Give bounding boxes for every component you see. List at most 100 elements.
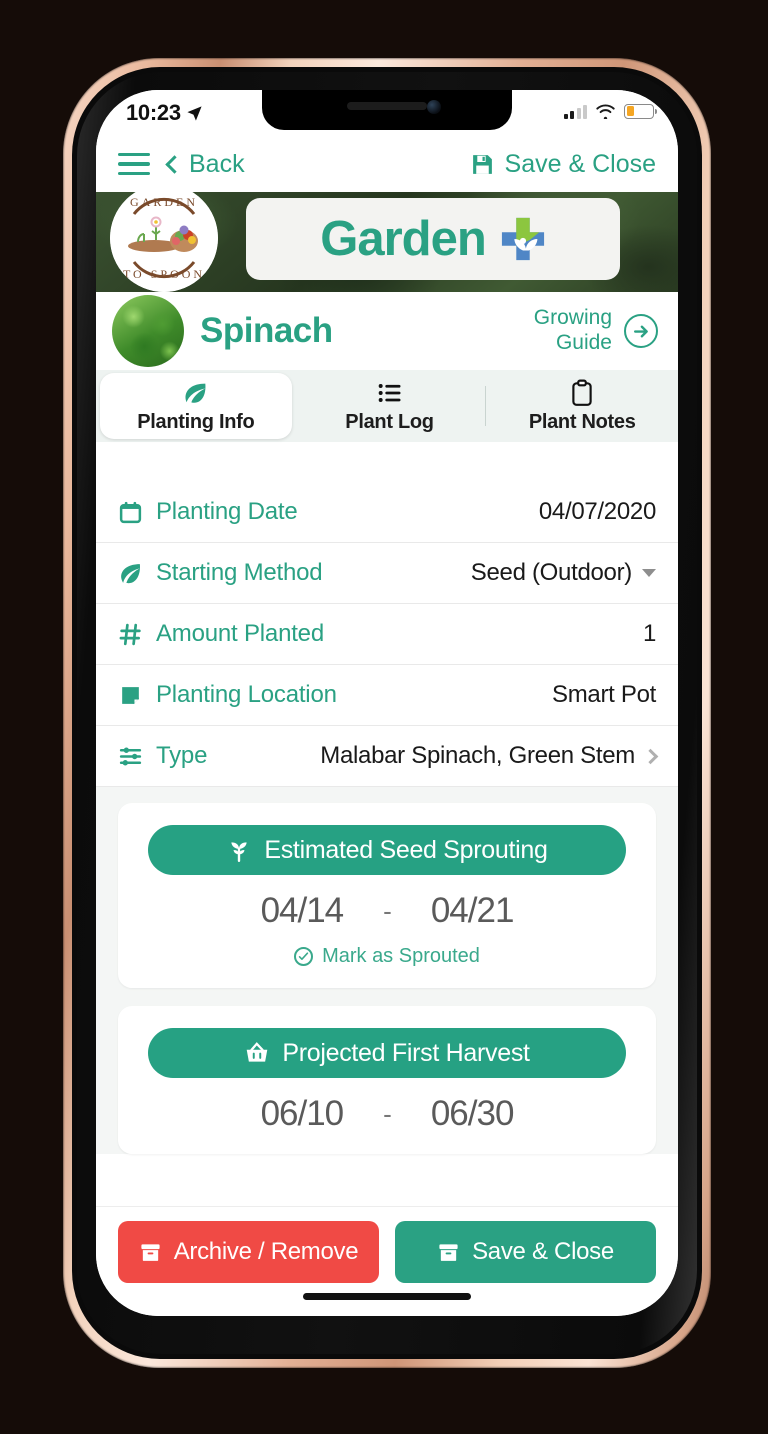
chevron-left-icon	[165, 154, 184, 174]
calendar-icon	[118, 500, 152, 525]
card-date-separator: -	[383, 895, 392, 926]
check-circle-icon	[294, 947, 314, 966]
card-date-end: 04/21	[430, 891, 515, 930]
tab-plant-notes[interactable]: Plant Notes	[486, 370, 678, 442]
status-bar-indicators	[563, 103, 657, 119]
field-value-text: 04/07/2020	[538, 498, 656, 525]
garden-to-spoon-logo: GARDEN TO SPOON	[110, 192, 218, 292]
leaf-icon	[182, 379, 210, 407]
card-projected-first-harvest: Projected First Harvest 06/10 - 06/30	[118, 1006, 656, 1154]
phone-screen: 10:23 Back Save & Close Garden GARDEN TO…	[96, 90, 678, 1316]
save-and-close-top-button[interactable]: Save & Close	[470, 150, 656, 179]
notch	[262, 90, 512, 130]
card-title: Estimated Seed Sprouting	[264, 835, 548, 864]
growing-guide-line1: Growing	[533, 306, 612, 330]
location-arrow-icon	[187, 105, 202, 121]
clipboard-icon	[569, 379, 595, 407]
status-bar-time: 10:23	[126, 100, 203, 126]
field-label: Amount Planted	[156, 620, 324, 647]
note-icon	[118, 683, 152, 708]
screenshot-root: 10:23 Back Save & Close Garden GARDEN TO…	[0, 0, 768, 1434]
app-hero-banner: Garden GARDEN TO SPOON	[96, 192, 678, 292]
chevron-down-icon	[642, 569, 656, 577]
card-date-start: 06/10	[260, 1094, 345, 1133]
field-row-starting-method[interactable]: Starting Method Seed (Outdoor)	[96, 543, 678, 604]
card-title-pill[interactable]: Projected First Harvest	[148, 1028, 626, 1078]
growing-guide-button[interactable]: Growing Guide	[534, 306, 658, 356]
card-title: Projected First Harvest	[282, 1038, 530, 1067]
field-value-text: Seed (Outdoor)	[470, 559, 633, 586]
field-row-planting-date[interactable]: Planting Date 04/07/2020	[96, 482, 678, 543]
chevron-right-icon	[642, 748, 659, 764]
mark-as-sprouted-label: Mark as Sprouted	[322, 945, 480, 967]
save-and-close-label: Save & Close	[472, 1238, 614, 1265]
card-date-range: 04/14 - 04/21	[140, 891, 634, 931]
spinach-photo-thumbnail[interactable]	[112, 295, 184, 367]
field-value[interactable]: Smart Pot	[552, 681, 656, 709]
earpiece-speaker	[347, 102, 427, 110]
tab-bar: Planting Info Plant Log Plant Notes	[96, 370, 678, 442]
front-camera-icon	[427, 100, 441, 114]
archive-remove-button[interactable]: Archive / Remove	[118, 1221, 379, 1283]
field-label: Planting Location	[156, 681, 337, 708]
tab-label: Plant Log	[345, 410, 434, 433]
home-indicator[interactable]	[303, 1293, 471, 1300]
logo-text-bottom: TO SPOON	[123, 267, 205, 281]
field-row-planting-location[interactable]: Planting Location Smart Pot	[96, 665, 678, 726]
field-value[interactable]: Malabar Spinach, Green Stem	[320, 742, 659, 770]
archive-box-icon	[141, 1243, 160, 1261]
save-and-close-button[interactable]: Save & Close	[395, 1221, 656, 1283]
battery-low-icon	[624, 103, 657, 119]
field-value-text: Smart Pot	[552, 681, 656, 708]
logo-text-top: GARDEN	[130, 195, 198, 209]
tab-label: Plant Notes	[528, 410, 636, 433]
hamburger-menu-icon[interactable]	[118, 152, 150, 176]
tab-planting-info[interactable]: Planting Info	[100, 373, 292, 439]
tab-plant-log[interactable]: Plant Log	[294, 370, 486, 442]
hash-icon	[118, 622, 152, 647]
mark-as-sprouted-button[interactable]: Mark as Sprouted	[140, 945, 634, 968]
archive-box-icon	[439, 1243, 458, 1261]
arrow-right-circle-icon	[624, 314, 658, 348]
plant-header: Spinach Growing Guide	[96, 292, 678, 370]
card-date-range: 06/10 - 06/30	[140, 1094, 634, 1134]
field-value[interactable]: Seed (Outdoor)	[471, 559, 656, 587]
field-value[interactable]: 04/07/2020	[539, 498, 656, 526]
back-button-label: Back	[189, 149, 245, 178]
sliders-icon	[118, 744, 152, 769]
wifi-icon	[596, 104, 615, 119]
clock-label: 10:23	[126, 100, 181, 125]
tab-label: Planting Info	[137, 410, 255, 433]
plant-plus-badge-icon	[500, 216, 546, 262]
planting-info-fields: Planting Date 04/07/2020 Starting Method…	[96, 482, 678, 787]
app-title-pill: Garden	[246, 198, 620, 280]
card-date-separator: -	[383, 1098, 392, 1129]
content-scroll-area[interactable]: Planting Date 04/07/2020 Starting Method…	[96, 482, 678, 1206]
list-icon	[376, 379, 404, 407]
field-label: Starting Method	[156, 559, 323, 586]
card-date-end: 06/30	[430, 1094, 515, 1133]
field-label: Planting Date	[156, 498, 298, 525]
card-title-pill[interactable]: Estimated Seed Sprouting	[148, 825, 626, 875]
save-disk-icon	[472, 154, 492, 174]
back-button[interactable]: Back	[165, 149, 245, 179]
field-row-type[interactable]: Type Malabar Spinach, Green Stem	[96, 726, 678, 787]
field-value[interactable]: 1	[643, 620, 656, 648]
bottom-action-bar: Archive / Remove Save & Close	[96, 1206, 678, 1316]
page-title: Spinach	[200, 311, 333, 350]
basket-icon	[247, 1042, 268, 1062]
app-title: Garden	[320, 212, 487, 266]
field-label: Type	[156, 742, 208, 769]
top-nav-bar: Back Save & Close	[96, 136, 678, 192]
card-date-start: 04/14	[260, 891, 345, 930]
growing-guide-line2: Guide	[555, 331, 612, 354]
growing-guide-label: Growing Guide	[534, 306, 612, 356]
estimate-cards-container: Estimated Seed Sprouting 04/14 - 04/21 M…	[96, 787, 678, 1154]
status-bar: 10:23	[96, 90, 678, 136]
field-row-amount-planted[interactable]: Amount Planted 1	[96, 604, 678, 665]
leaf-icon	[118, 561, 152, 586]
archive-remove-label: Archive / Remove	[173, 1238, 359, 1265]
card-estimated-seed-sprouting: Estimated Seed Sprouting 04/14 - 04/21 M…	[118, 803, 656, 988]
cellular-signal-icon	[563, 104, 587, 119]
field-value-text: 1	[642, 620, 656, 647]
